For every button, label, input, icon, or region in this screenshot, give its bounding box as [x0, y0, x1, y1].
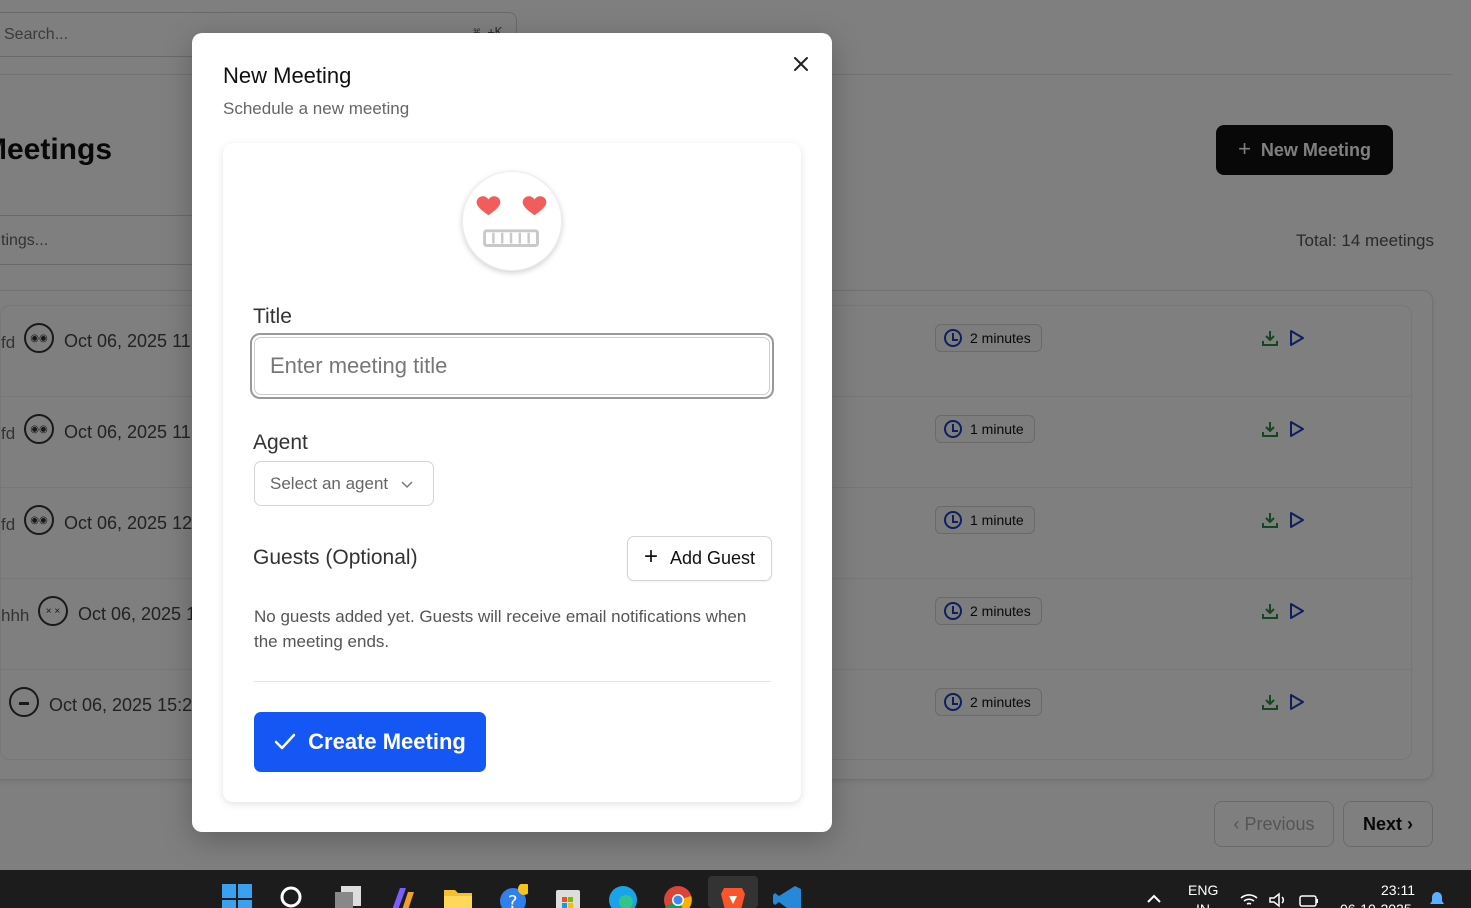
chrome-icon[interactable] — [663, 884, 693, 908]
region-indicator: IN — [1196, 901, 1210, 908]
create-meeting-button[interactable]: Create Meeting — [254, 712, 486, 772]
windows-start-icon[interactable] — [222, 884, 252, 908]
battery-icon[interactable] — [1298, 892, 1320, 908]
clock-time[interactable]: 23:11 — [1381, 882, 1415, 898]
taskbar: ? ENG IN 23:11 06-10-2025 — [0, 870, 1471, 908]
volume-icon[interactable] — [1268, 892, 1288, 908]
add-guest-label: Add Guest — [669, 548, 756, 568]
form-divider — [254, 681, 771, 682]
new-meeting-dialog: New Meeting Schedule a new meeting Title… — [192, 33, 832, 832]
clock-date[interactable]: 06-10-2025 — [1340, 901, 1412, 908]
svg-text:?: ? — [508, 892, 518, 908]
language-indicator[interactable]: ENG — [1188, 882, 1218, 898]
notification-bell-icon[interactable] — [1428, 890, 1446, 908]
meeting-form: Title Agent Select an agent Guests (Opti… — [223, 143, 801, 802]
create-meeting-label: Create Meeting — [308, 729, 466, 754]
copilot-icon[interactable] — [388, 884, 418, 908]
close-icon[interactable] — [790, 53, 812, 75]
vscode-icon[interactable] — [773, 884, 803, 908]
title-field-wrapper — [250, 333, 774, 399]
dialog-title: New Meeting — [223, 63, 352, 88]
guests-empty-note: No guests added yet. Guests will receive… — [254, 607, 747, 651]
search-icon[interactable] — [278, 884, 308, 908]
title-label: Title — [253, 305, 292, 328]
dialog-subtitle: Schedule a new meeting — [223, 99, 410, 118]
wifi-icon[interactable] — [1239, 892, 1259, 908]
microsoft-store-icon[interactable] — [553, 884, 583, 908]
agent-select-placeholder: Select an agent — [270, 473, 389, 493]
guests-label: Guests (Optional) — [253, 546, 418, 569]
chevron-up-icon[interactable] — [1146, 894, 1162, 904]
plus-icon: + — [643, 543, 658, 570]
file-explorer-icon[interactable] — [443, 884, 473, 908]
edge-icon[interactable] — [608, 884, 638, 908]
agent-label: Agent — [253, 431, 308, 454]
meeting-title-input[interactable] — [254, 337, 770, 395]
heart-eyes-avatar-icon — [462, 171, 562, 271]
chevron-down-icon — [401, 480, 413, 488]
check-icon — [274, 733, 296, 750]
agent-select[interactable]: Select an agent — [254, 461, 434, 506]
add-guest-button[interactable]: + Add Guest — [627, 536, 772, 581]
help-app-icon[interactable]: ? — [498, 884, 528, 908]
task-view-icon[interactable] — [333, 884, 363, 908]
brave-browser-icon[interactable] — [718, 884, 748, 908]
